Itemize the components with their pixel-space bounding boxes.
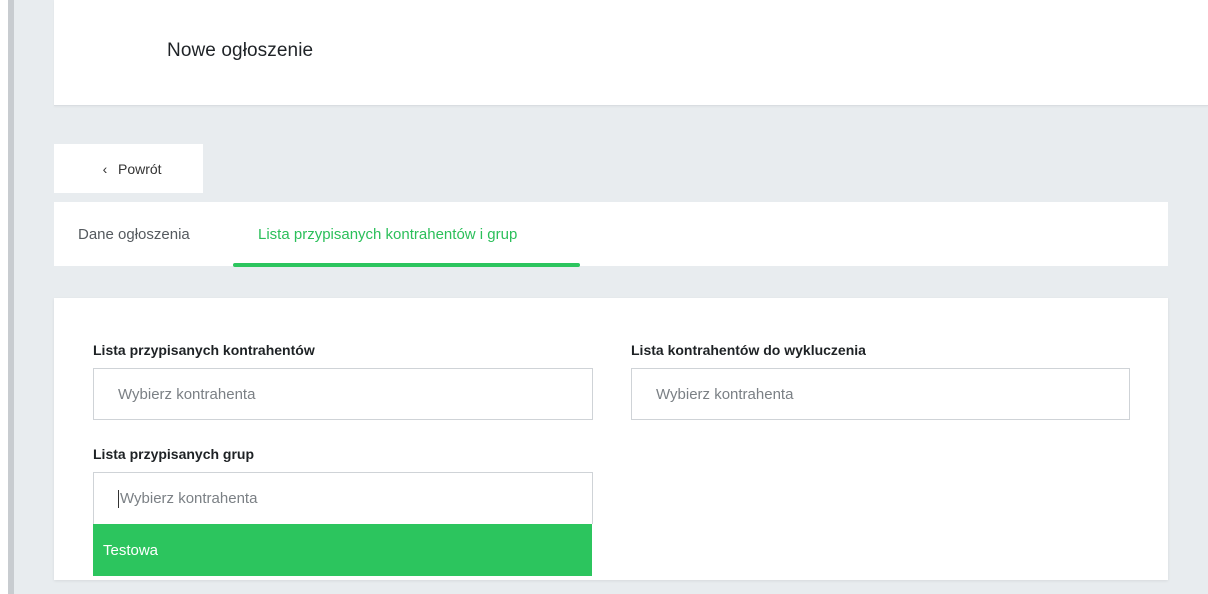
assigned-groups-label: Lista przypisanych grup xyxy=(93,446,255,462)
text-cursor xyxy=(118,489,119,508)
page-header: Nowe ogłoszenie xyxy=(54,0,1208,106)
page-title: Nowe ogłoszenie xyxy=(167,40,314,61)
excluded-contractors-placeholder: Wybierz kontrahenta xyxy=(656,385,794,403)
tab-bar: Dane ogłoszenia Lista przypisanych kontr… xyxy=(54,202,1168,267)
back-button-label: Powrót xyxy=(118,160,162,177)
assigned-groups-placeholder: Wybierz kontrahenta xyxy=(120,490,258,507)
tab-lista-kontrahentow[interactable]: Lista przypisanych kontrahentów i grup xyxy=(258,202,517,266)
tab-dane-ogloszenia[interactable]: Dane ogłoszenia xyxy=(78,202,190,266)
dropdown-option-testowa[interactable]: Testowa xyxy=(93,524,592,576)
active-tab-indicator xyxy=(233,263,580,267)
assigned-groups-select[interactable]: Wybierz kontrahenta xyxy=(93,472,593,524)
chevron-left-icon: ‹ xyxy=(102,160,108,177)
left-edge xyxy=(0,0,8,594)
assigned-contractors-select[interactable]: Wybierz kontrahenta xyxy=(93,368,593,420)
left-gutter xyxy=(14,0,54,594)
assigned-contractors-placeholder: Wybierz kontrahenta xyxy=(118,385,256,403)
excluded-contractors-label: Lista kontrahentów do wykluczenia xyxy=(631,342,866,358)
back-button[interactable]: ‹ Powrót xyxy=(54,144,203,193)
assigned-contractors-label: Lista przypisanych kontrahentów xyxy=(93,342,315,358)
excluded-contractors-select[interactable]: Wybierz kontrahenta xyxy=(631,368,1130,420)
form-card: Lista przypisanych kontrahentów Wybierz … xyxy=(54,298,1168,580)
